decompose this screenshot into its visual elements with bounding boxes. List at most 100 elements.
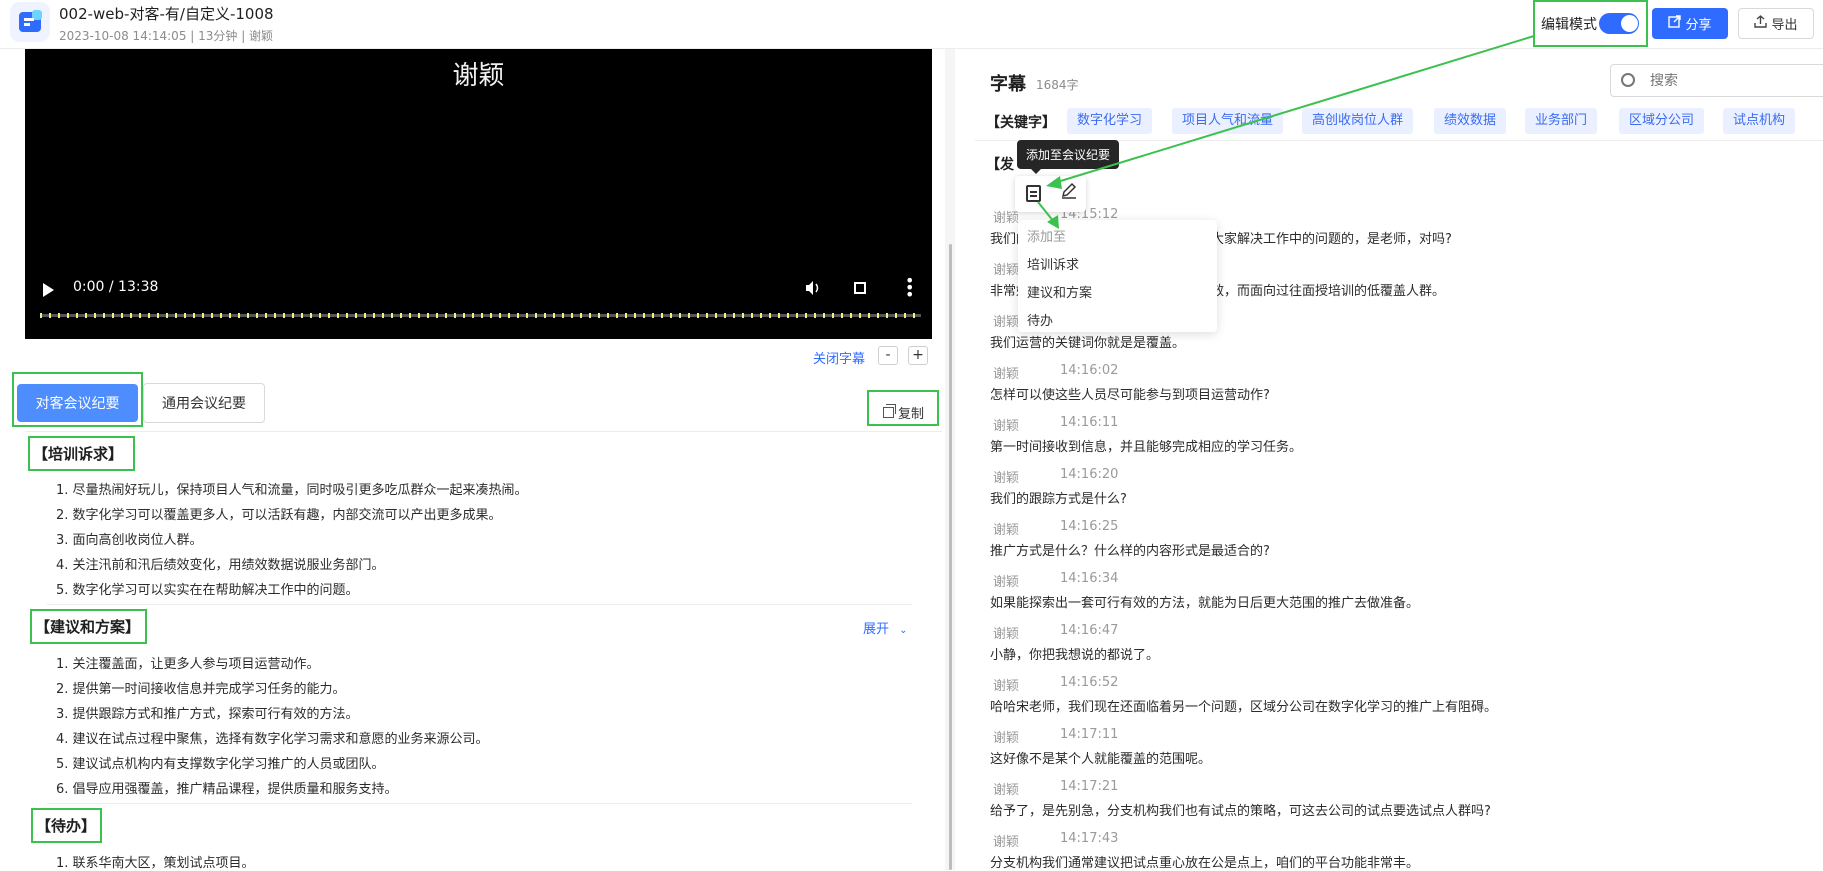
timestamp[interactable]: 14:17:21 [1060,779,1118,794]
subtitle-text[interactable]: 我们运营的关键词你就是是覆盖。 [990,332,1185,351]
close-subtitle-link[interactable]: 关闭字幕 [813,348,865,367]
toggle-knob [1621,15,1638,32]
menu-item-training[interactable]: 培训诉求 [1027,254,1079,273]
font-decrease-button[interactable]: - [878,346,898,365]
video-caption: 谢颖 [452,61,505,91]
speaker-name: 谢颖 [993,523,1020,538]
tab-general-minutes[interactable]: 通用会议纪要 [143,383,265,423]
menu-item-suggestions[interactable]: 建议和方案 [1027,282,1092,301]
subtitle-text[interactable]: 我们的跟踪方式是什么? [990,488,1127,507]
add-to-minutes-tooltip: 添加至会议纪要 [1017,140,1119,169]
list-item: 1. 联系华南大区，策划试点项目。 [56,856,255,871]
speaker-name: 谢颖 [993,575,1020,590]
timestamp[interactable]: 14:17:11 [1060,727,1118,742]
list-item: 6. 倡导应用强覆盖，推广精品课程，提供质量和服务支持。 [56,782,398,797]
list-item: 4. 关注汛前和汛后绩效变化，用绩效数据说服业务部门。 [56,558,385,573]
copy-label: 复制 [898,407,925,422]
subtitle-text[interactable]: 如果能探索出一套可行有效的方法，就能为日后更大范围的推广去做准备。 [990,592,1419,611]
keyword-chip[interactable]: 业务部门 [1525,108,1598,134]
list-item: 4. 建议在试点过程中聚焦，选择有数字化学习需求和意愿的业务来源公司。 [56,732,489,747]
search-input[interactable] [1650,73,1810,89]
list-item: 1. 尽量热闹好玩儿，保持项目人气和流量，同时吸引更多吃瓜群众一起来凑热闹。 [56,483,528,498]
keyword-chip[interactable]: 高创收岗位人群 [1302,108,1414,134]
subtitle-text[interactable]: 怎样可以使这些人员尽可能参与到项目运营动作? [990,384,1270,403]
left-scrollbar-thumb[interactable] [949,244,952,870]
export-button[interactable]: 导出 [1738,8,1814,39]
tooltip-arrow [1031,169,1041,174]
divider [25,431,942,432]
speaker-name: 谢颖 [993,627,1020,642]
speaker-name: 谢颖 [993,731,1020,746]
speaker-name: 谢颖 [993,315,1020,330]
chevron-down-icon: ⌄ [899,625,908,636]
menu-header: 添加至 [1027,230,1067,245]
keyword-chip[interactable]: 项目人气和流量 [1172,108,1284,134]
expand-label: 展开 [863,622,890,637]
keyword-chip[interactable]: 区域分公司 [1619,108,1705,134]
volume-icon[interactable] [805,280,821,300]
section-title-todo: 【待办】 [36,817,97,835]
word-count: 1684字 [1036,78,1079,92]
divider [47,604,912,605]
list-item: 1. 关注覆盖面，让更多人参与项目运营动作。 [56,657,320,672]
timestamp[interactable]: 14:16:34 [1060,571,1118,586]
timestamp[interactable]: 14:16:02 [1060,363,1118,378]
timestamp[interactable]: 14:16:47 [1060,623,1118,638]
subtitle-panel-title: 字幕 [990,74,1026,95]
copy-button[interactable]: 复制 [883,403,924,422]
section-title-training: 【培训诉求】 [33,445,124,463]
subtitle-text[interactable]: 第一时间接收到信息，并且能够完成相应的学习任务。 [990,436,1302,455]
timestamp[interactable]: 14:16:25 [1060,519,1118,534]
subtitle-text[interactable]: 给予了，是先别急，分支机构我们也有试点的策略，可这去公司的试点要选试点人群吗? [990,800,1491,819]
subtitle-text[interactable]: 哈哈宋老师，我们现在还面临着另一个问题，区域分公司在数字化学习的推广上有阻碍。 [990,696,1497,715]
share-label: 分享 [1685,18,1712,33]
subtitle-text[interactable]: 推广方式是什么？什么样的内容形式是最适合的? [990,540,1270,559]
timestamp[interactable]: 14:16:52 [1060,675,1118,690]
speaker-name: 谢颖 [993,835,1020,850]
export-icon [1754,15,1768,32]
fullscreen-icon[interactable] [854,282,866,294]
search-icon [1621,73,1635,87]
divider [47,803,912,804]
timestamp[interactable]: 14:16:20 [1060,467,1118,482]
section-title-suggestions: 【建议和方案】 [35,618,141,636]
page-title: 002-web-对客-有/自定义-1008 [59,5,274,23]
subtitle-text[interactable]: 分支机构我们通常建议把试点重心放在公是点上，咱们的平台功能非常丰。 [990,852,1419,871]
menu-item-todo[interactable]: 待办 [1027,310,1053,329]
video-time: 0:00 / 13:38 [73,279,159,295]
app-logo-icon [10,2,50,42]
list-item: 2. 提供第一时间接收信息并完成学习任务的能力。 [56,682,346,697]
copy-icon [883,404,896,418]
tab-client-minutes[interactable]: 对客会议纪要 [17,384,138,422]
timestamp[interactable]: 14:16:11 [1060,415,1118,430]
speaker-name: 谢颖 [993,679,1020,694]
speaker-name: 谢颖 [993,367,1020,382]
expand-link[interactable]: 展开 ⌄ [863,618,908,637]
list-item: 3. 面向高创收岗位人群。 [56,533,203,548]
subtitle-text[interactable]: 这好像不是某个人就能覆盖的范围呢。 [990,748,1211,767]
add-note-icon[interactable] [1026,185,1041,202]
speaker-label: 【发 [986,157,1014,173]
keyword-chip[interactable]: 绩效数据 [1434,108,1507,134]
list-item: 2. 数字化学习可以覆盖更多人，可以活跃有趣，内部交流可以产出更多成果。 [56,508,502,523]
share-icon [1668,15,1682,32]
export-label: 导出 [1771,18,1798,33]
edit-mode-label: 编辑模式 [1541,17,1597,33]
list-item: 5. 建议试点机构内有支撑数字化学习推广的人员或团队。 [56,757,385,772]
speaker-name: 谢颖 [993,263,1020,278]
timestamp[interactable]: 14:17:43 [1060,831,1118,846]
video-player[interactable]: 谢颖 0:00 / 13:38 • • • [25,49,932,339]
keyword-markers [40,313,921,318]
more-options-icon[interactable]: • • • [905,273,914,303]
subtitle-text[interactable]: 小静，你把我想说的都说了。 [990,644,1159,663]
speaker-name: 谢颖 [993,471,1020,486]
pencil-icon[interactable] [1060,182,1078,205]
keyword-chip[interactable]: 试点机构 [1723,108,1796,134]
play-icon[interactable] [43,283,54,297]
font-increase-button[interactable]: + [908,346,928,365]
list-item: 3. 提供跟踪方式和推广方式，探索可行有效的方法。 [56,707,359,722]
keyword-chip[interactable]: 数字化学习 [1067,108,1153,134]
meeting-meta: 2023-10-08 14:14:05 | 13分钟 | 谢颖 [59,29,274,43]
speaker-name: 谢颖 [993,783,1020,798]
share-button[interactable]: 分享 [1652,8,1728,39]
